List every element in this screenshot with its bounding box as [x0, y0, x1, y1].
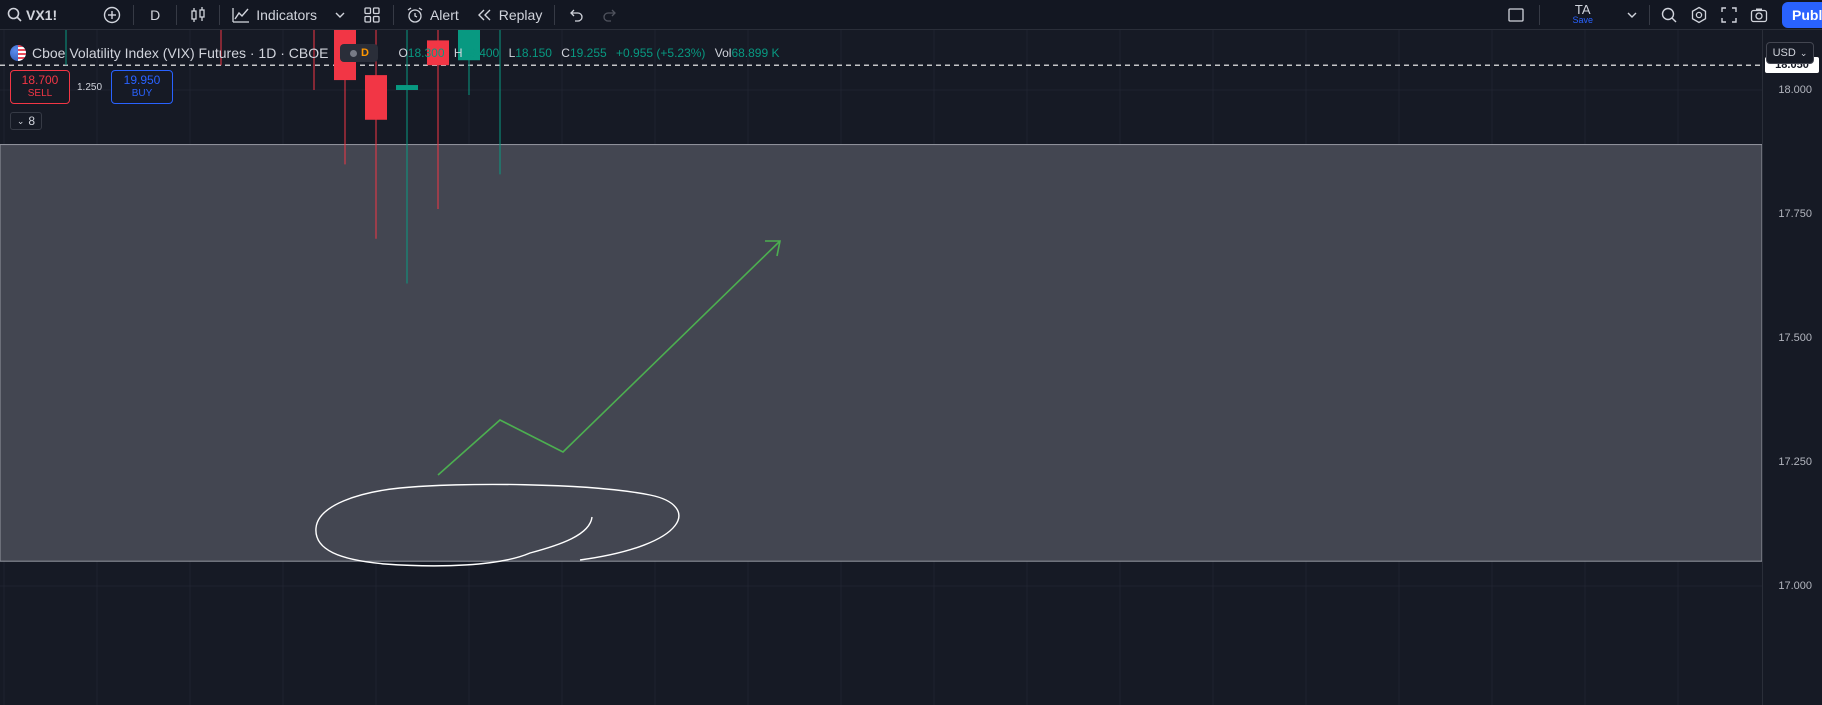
publish-button[interactable]: Publish [1782, 2, 1822, 28]
change-value: +0.955 (+5.23%) [616, 46, 706, 60]
settings-button[interactable] [1684, 0, 1714, 30]
buy-label: BUY [131, 88, 153, 99]
replay-label: Replay [498, 6, 543, 23]
undo-button[interactable] [559, 0, 593, 30]
layout-menu-button[interactable] [1619, 0, 1645, 30]
fullscreen-button[interactable] [1714, 0, 1744, 30]
close-value: 19.255 [569, 46, 607, 60]
magnifier-icon [1660, 6, 1678, 24]
camera-icon [1750, 6, 1768, 24]
toolbar-divider [219, 4, 221, 25]
fullscreen-icon [1720, 6, 1738, 24]
save-label: Save [1572, 15, 1593, 25]
sell-button[interactable]: 18.700 SELL [10, 70, 70, 104]
snapshot-button[interactable] [1744, 0, 1774, 30]
candlestick-chart[interactable] [0, 30, 1762, 705]
status-dot-icon [349, 49, 357, 57]
spread-value: 1.250 [77, 82, 103, 93]
undo-icon [567, 6, 585, 24]
interval-button[interactable]: D [138, 0, 172, 30]
ohlc-values: O18.300 H19.400 L18.150 C19.255 +0.955 (… [392, 46, 779, 60]
price-axis[interactable]: 21.25021.00020.75020.50020.25020.00019.7… [1762, 30, 1822, 705]
us-flag-icon [10, 45, 26, 61]
series-title[interactable]: Cboe Volatility Index (VIX) Futures · 1D… [32, 45, 328, 61]
toolbar-divider [392, 4, 394, 25]
gear-icon [1690, 6, 1708, 24]
grid-icon [363, 6, 381, 24]
open-key: O [398, 46, 408, 60]
search-icon [6, 6, 24, 24]
add-circle-icon [103, 6, 121, 24]
toolbar-divider [133, 4, 135, 25]
support-zone-rectangle [0, 144, 1762, 562]
buy-price: 19.950 [123, 73, 161, 87]
sell-price: 18.700 [21, 73, 59, 87]
indicators-dropdown[interactable] [325, 0, 355, 30]
open-value: 18.300 [407, 46, 445, 60]
price-tick-label: 17.750 [1778, 208, 1812, 220]
low-value: 18.150 [515, 46, 552, 60]
toolbar-divider [176, 4, 178, 25]
candle-body [365, 75, 387, 120]
chevron-down-icon: ⌄ [16, 115, 25, 126]
toolbar-divider [1539, 5, 1541, 25]
square-icon [1507, 6, 1525, 24]
chart-pane[interactable] [0, 30, 1762, 705]
toolbar-divider [1649, 5, 1650, 25]
price-tick-label: 17.000 [1778, 580, 1812, 592]
replay-button[interactable]: Replay [467, 0, 551, 30]
interval-label: D [150, 6, 161, 23]
compare-button[interactable] [95, 0, 129, 30]
price-tick-label: 18.000 [1778, 84, 1812, 96]
layout-name: TA [1574, 2, 1591, 17]
indicators-button[interactable]: Indicators [224, 0, 325, 30]
chevron-down-icon [1623, 6, 1641, 24]
layout-toggle-button[interactable] [1497, 0, 1535, 30]
redo-icon [601, 6, 619, 24]
chart-type-button[interactable] [181, 0, 215, 30]
indicators-collapse-button[interactable]: ⌄ 8 [10, 112, 42, 130]
candles-icon [189, 6, 207, 24]
chevron-down-icon: ⌄ [1799, 47, 1808, 58]
candle-body [396, 85, 418, 90]
toolbar-divider [554, 4, 556, 25]
chevron-down-icon [331, 6, 349, 24]
symbol-search[interactable]: VX1! [0, 0, 65, 30]
high-value: 19.400 [462, 46, 500, 60]
currency-select[interactable]: USD ⌄ [1766, 42, 1814, 64]
alarm-clock-icon [406, 6, 424, 24]
indicators-label: Indicators [256, 6, 317, 23]
price-tick-label: 17.500 [1778, 332, 1812, 344]
high-key: H [453, 46, 463, 60]
symbol-label: VX1! [26, 6, 58, 23]
market-status-label: D [360, 47, 369, 59]
top-toolbar: VX1! D Indicators Alert Replay TA Save P… [0, 0, 1822, 30]
quick-search-button[interactable] [1654, 0, 1684, 30]
rewind-icon [475, 6, 493, 24]
collapsed-count: 8 [28, 114, 36, 128]
series-legend: Cboe Volatility Index (VIX) Futures · 1D… [10, 44, 780, 62]
close-key: C [561, 46, 570, 60]
sell-label: SELL [27, 88, 53, 99]
indicators-icon [232, 6, 250, 24]
chart-app: VX1! D Indicators Alert Replay TA Save P… [0, 0, 1822, 705]
layouts-button[interactable] [355, 0, 389, 30]
alert-button[interactable]: Alert [398, 0, 467, 30]
price-tick-label: 17.250 [1778, 456, 1812, 468]
market-status-badge[interactable]: D [340, 44, 379, 62]
alert-label: Alert [429, 6, 459, 23]
volume-key: Vol [714, 46, 732, 60]
redo-button[interactable] [593, 0, 627, 30]
volume-value: 68.899 K [731, 46, 780, 60]
save-layout-button[interactable]: TA Save [1566, 2, 1599, 26]
buy-button[interactable]: 19.950 BUY [111, 70, 173, 104]
toolbar-right: TA Save Publ [1497, 0, 1822, 30]
currency-label: USD [1772, 47, 1796, 59]
